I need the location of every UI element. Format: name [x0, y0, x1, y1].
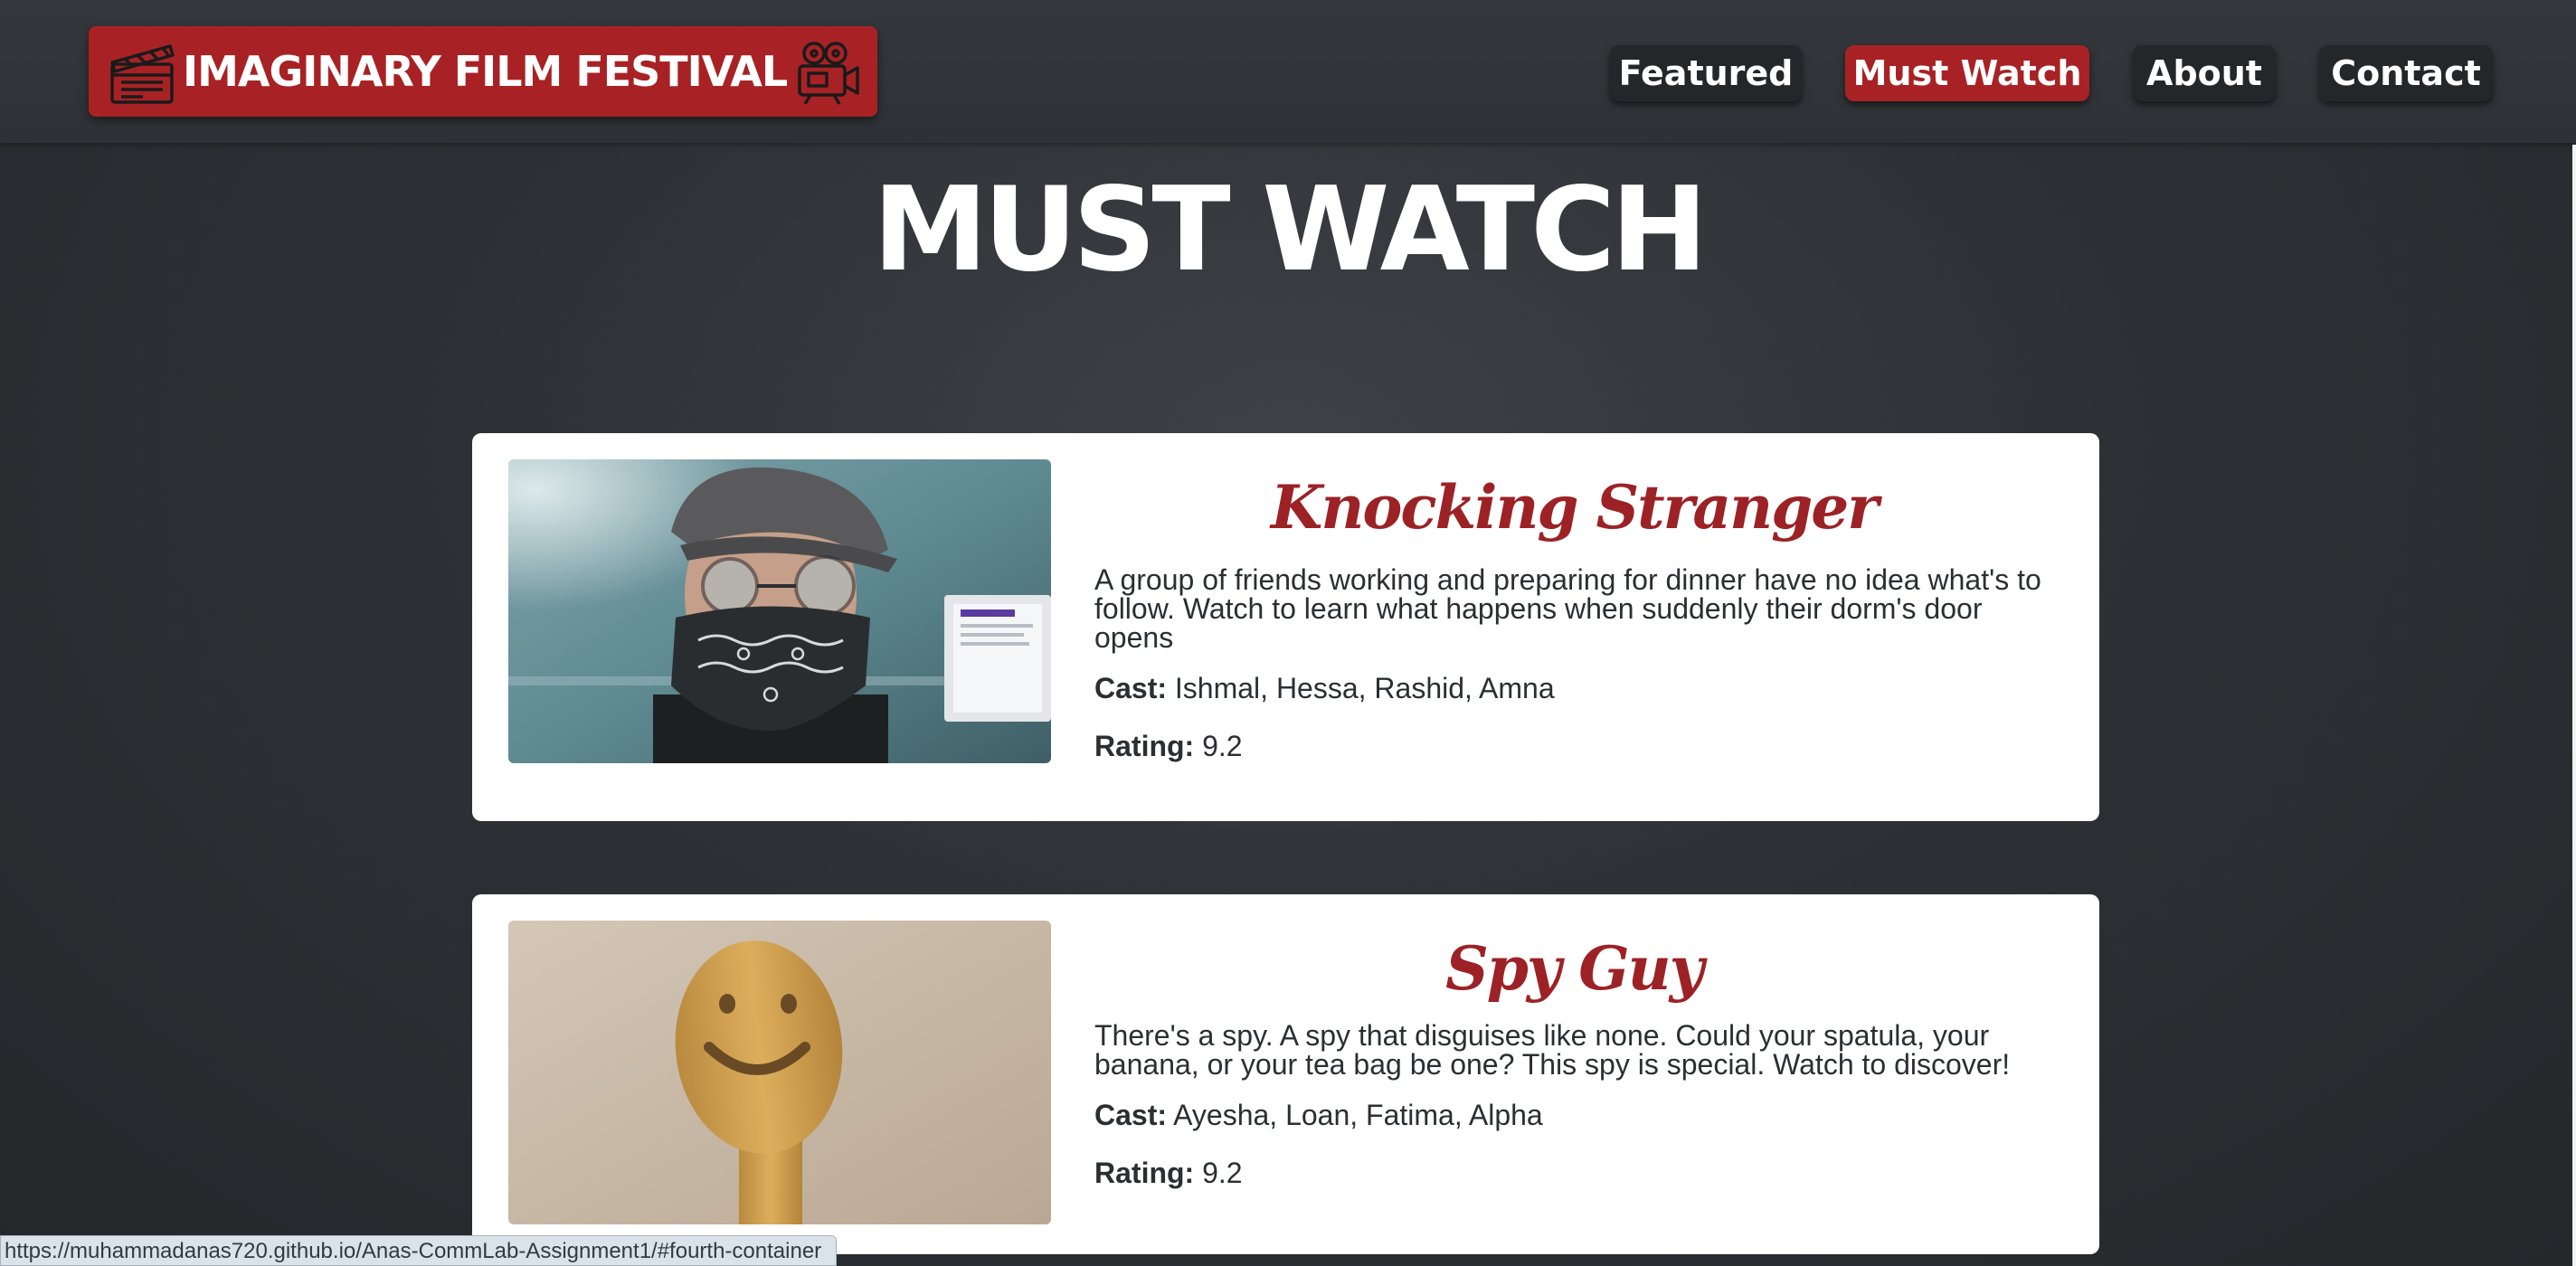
link-status-bar: https://muhammadanas720.github.io/Anas-C…: [0, 1235, 838, 1266]
movie-title: Spy Guy: [1445, 933, 1704, 1004]
movie-info: Spy Guy There's a spy. A spy that disgui…: [1094, 894, 2053, 1191]
logo-text: IMAGINARY FILM FESTIVAL: [183, 47, 788, 96]
rating-label: Rating:: [1094, 1157, 1195, 1189]
movie-camera-icon: [791, 33, 863, 109]
movie-info: Knocking Stranger A group of friends wor…: [1094, 433, 2053, 764]
page-title: MUST WATCH: [872, 163, 1708, 298]
nav-featured[interactable]: Featured: [1610, 45, 1802, 101]
nav-about[interactable]: About: [2133, 45, 2276, 101]
movie-poster-image: [508, 459, 1051, 763]
scrollbar[interactable]: [2572, 145, 2576, 1266]
nav-contact[interactable]: Contact: [2319, 45, 2493, 101]
movie-poster-image: [508, 921, 1051, 1224]
cast-label: Cast:: [1094, 672, 1168, 704]
rating-value: 9.2: [1202, 730, 1243, 762]
cast-value: Ayesha, Loan, Fatima, Alpha: [1173, 1099, 1543, 1131]
top-navigation-bar: IMAGINARY FILM FESTIVAL Featured Must Wa…: [0, 0, 2576, 143]
movie-card: Knocking Stranger A group of friends wor…: [472, 433, 2099, 821]
movie-cast: Cast: Ayesha, Loan, Fatima, Alpha: [1094, 1097, 2053, 1133]
cast-value: Ishmal, Hessa, Rashid, Amna: [1174, 672, 1555, 704]
nav-must-watch[interactable]: Must Watch: [1845, 45, 2089, 101]
cast-label: Cast:: [1094, 1099, 1168, 1131]
movie-cast: Cast: Ishmal, Hessa, Rashid, Amna: [1094, 670, 2053, 706]
movie-card: Spy Guy There's a spy. A spy that disgui…: [472, 894, 2099, 1254]
rating-value: 9.2: [1202, 1157, 1243, 1189]
movie-description: There's a spy. A spy that disguises like…: [1094, 1019, 2011, 1081]
movie-title: Knocking Stranger: [1270, 472, 1879, 543]
site-logo[interactable]: IMAGINARY FILM FESTIVAL: [89, 26, 877, 117]
movie-rating: Rating: 9.2: [1094, 728, 2053, 764]
clapperboard-icon: [107, 33, 179, 109]
movie-rating: Rating: 9.2: [1094, 1155, 2053, 1191]
movie-description: A group of friends working and preparing…: [1094, 563, 2041, 654]
rating-label: Rating:: [1094, 730, 1195, 762]
